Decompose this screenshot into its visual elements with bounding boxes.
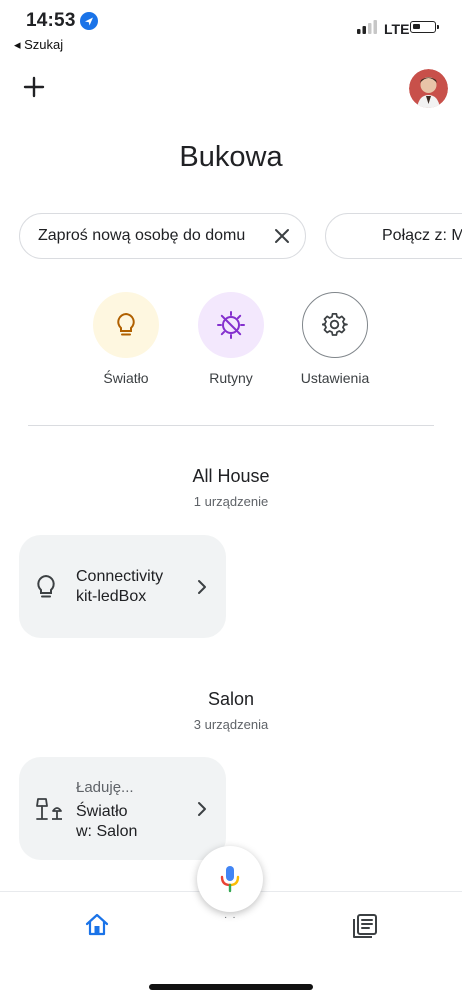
device-name-line1: Światło: [76, 803, 128, 820]
device-status: Ładuję...: [76, 779, 134, 796]
invite-member-chip-label: Zaproś nową osobę do domu: [38, 227, 246, 244]
room-device-count: 3 urządzenia: [193, 717, 269, 732]
settings-label: Ustawienia: [300, 370, 370, 386]
add-icon[interactable]: [21, 74, 47, 100]
room-title-salon: Salon: [207, 689, 255, 709]
lightbulb-icon: [117, 312, 135, 336]
chevron-right-icon: [198, 580, 206, 594]
connect-service-chip[interactable]: Połącz z: M: [325, 213, 462, 259]
lightbulb-icon: [37, 574, 55, 598]
chevron-right-icon: [198, 802, 206, 816]
network-type: LTE: [384, 21, 410, 37]
account-avatar[interactable]: [409, 69, 448, 108]
back-to-search-link[interactable]: ◂ Szukaj: [14, 37, 63, 53]
home-icon[interactable]: [85, 913, 109, 937]
feed-icon[interactable]: [352, 913, 378, 939]
home-indicator: [149, 984, 313, 990]
home-title: Bukowa: [179, 141, 283, 173]
lamps-icon: [36, 798, 62, 820]
battery-icon: [410, 21, 439, 33]
more-dots: ··: [224, 912, 241, 923]
section-divider: [28, 425, 434, 426]
routines-label: Rutyny: [209, 370, 253, 386]
device-name: Connectivity kit-ledBox: [76, 567, 163, 607]
cell-signal-icon: [357, 20, 377, 34]
device-name-line2: kit-ledBox: [76, 588, 147, 605]
room-title-all-house: All House: [192, 466, 270, 486]
routine-icon: [217, 311, 245, 339]
device-name: Światło w: Salon: [76, 802, 137, 842]
room-device-count: 1 urządzenie: [193, 494, 269, 509]
close-icon[interactable]: [273, 227, 291, 245]
invite-member-chip[interactable]: Zaproś nową osobę do domu: [19, 213, 306, 259]
assistant-mic-button[interactable]: [197, 846, 263, 912]
device-card-connectivity-kit[interactable]: Connectivity kit-ledBox: [19, 535, 226, 638]
connect-service-chip-label: Połącz z: M: [382, 227, 462, 244]
gear-icon: [322, 313, 348, 336]
device-name-line1: Connectivity: [76, 568, 164, 585]
lights-label: Światło: [103, 370, 149, 386]
device-name-line2: w: Salon: [76, 823, 138, 840]
routines-button[interactable]: [198, 292, 264, 358]
microphone-icon: [220, 866, 240, 893]
lights-button[interactable]: [93, 292, 159, 358]
device-card-salon-lights[interactable]: Ładuję... Światło w: Salon: [19, 757, 226, 860]
settings-button[interactable]: [302, 292, 368, 358]
status-time: 14:53: [26, 10, 76, 31]
location-arrow-icon: [80, 12, 98, 30]
